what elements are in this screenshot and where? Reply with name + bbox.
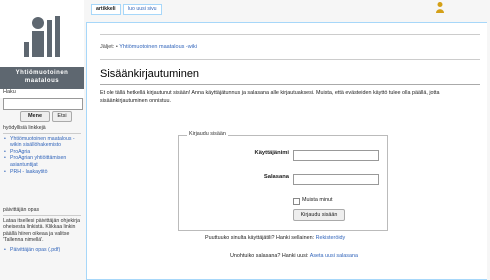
username-field[interactable] (293, 150, 379, 161)
logo-text: Yhtiömuotoinen maatalous (0, 67, 84, 89)
main-content: Jäljet: • Yhtiömuotoinen maatalous -wiki… (86, 22, 487, 280)
nav-link-content-index[interactable]: Yhtiömuotoinen maatalous -wikin sisällöh… (4, 136, 81, 149)
reset-password-link[interactable]: Aseta uusi salasana (310, 253, 358, 259)
breadcrumb: Jäljet: • Yhtiömuotoinen maatalous -wiki (100, 34, 480, 60)
user-icon[interactable] (435, 1, 445, 13)
breadcrumb-link[interactable]: Yhtiömuotoinen maatalous -wiki (119, 44, 197, 50)
remember-me-checkbox[interactable] (293, 198, 300, 205)
farmer-figure-logo-icon (24, 16, 60, 57)
breadcrumb-prefix: Jäljet: (100, 44, 115, 50)
site-logo[interactable]: Yhtiömuotoinen maatalous (0, 0, 84, 98)
login-fieldset: Kirjaudu sisään Käyttäjänimi Salasana Mu… (178, 131, 388, 231)
login-button[interactable]: Kirjaudu sisään (293, 209, 345, 221)
go-button[interactable]: Mene (20, 111, 50, 122)
useful-links-heading: hyödyllisiä linkkejä (3, 125, 81, 134)
nav-link-prh[interactable]: PRH - laakaytitö (4, 169, 81, 176)
search-button[interactable]: Etsi (52, 111, 72, 122)
login-legend: Kirjaudu sisään (187, 131, 228, 137)
useful-links-nav: hyödyllisiä linkkejä Yhtiömuotoinen maat… (3, 125, 81, 175)
nav-link-experts[interactable]: ProAgrian yhtiöittämisen asiantuntijat (4, 155, 81, 168)
tab-article[interactable]: artikkeli (91, 4, 121, 15)
guide-text: Lataa itsellesi päivittäjän ohjekirja oh… (3, 217, 80, 244)
nav-link-proagria[interactable]: ProAgria (4, 149, 81, 156)
forgot-text: Unohtuiko salasana? Hanki uusi: (230, 253, 309, 259)
search-input[interactable] (3, 98, 83, 110)
remember-me-label: Muista minut (302, 197, 333, 203)
register-line: Puuttuuko sinulta käyttäjätili? Hanki se… (205, 235, 345, 241)
password-label: Salasana (263, 174, 289, 180)
guide-heading: päivittäjän opas (3, 207, 81, 216)
register-text: Puuttuuko sinulta käyttäjätili? Hanki se… (205, 235, 315, 241)
intro-text: Et ole tällä hetkellä kirjautunut sisään… (100, 90, 440, 104)
password-field[interactable] (293, 174, 379, 185)
search-label: Haku (3, 89, 16, 95)
title-divider (100, 84, 480, 85)
page-title: Sisäänkirjautuminen (100, 68, 200, 80)
username-label: Käyttäjänimi (254, 150, 289, 156)
guide-nav: päivittäjän opas Lataa itsellesi päivitt… (3, 207, 81, 254)
sidebar: Yhtiömuotoinen maatalous Haku Mene Etsi … (0, 0, 84, 278)
forgot-password-line: Unohtuiko salasana? Hanki uusi: Aseta uu… (230, 253, 358, 259)
guide-pdf-link[interactable]: Päivittäjän opas (.pdf) (4, 247, 81, 254)
tab-new-page[interactable]: luo uusi sivu (123, 4, 162, 15)
register-link[interactable]: Rekisteröidy (316, 235, 346, 241)
